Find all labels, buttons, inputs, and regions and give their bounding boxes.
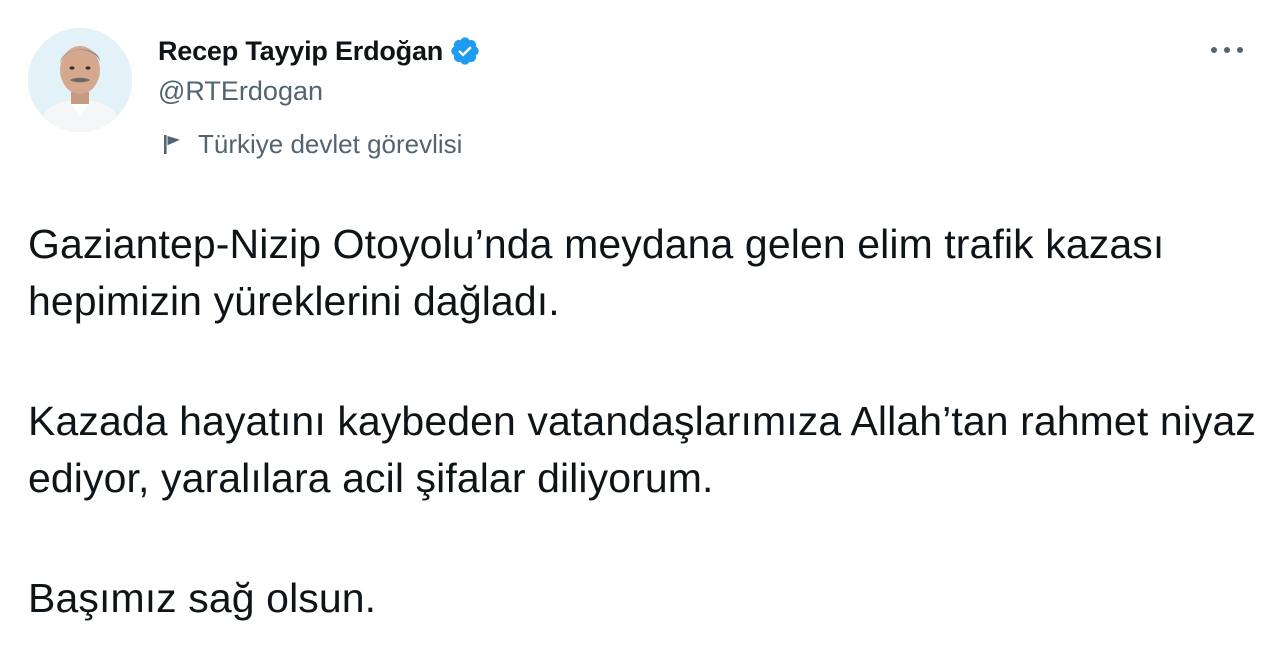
avatar[interactable] — [28, 28, 132, 132]
tweet-paragraph: Başımız sağ olsun. — [28, 575, 377, 621]
tweet-card: Recep Tayyip Erdoğan @RTErdogan Türkiye … — [0, 0, 1280, 651]
flag-icon — [160, 131, 186, 157]
account-label-text: Türkiye devlet görevlisi — [198, 128, 463, 159]
author-handle[interactable]: @RTErdogan — [158, 76, 323, 107]
verified-badge-icon — [449, 35, 481, 67]
tweet-paragraph: Kazada hayatını kaybeden vatandaşlarımız… — [28, 398, 1257, 501]
author-display-name[interactable]: Recep Tayyip Erdoğan — [158, 36, 443, 67]
more-options-icon — [1211, 47, 1243, 53]
account-label[interactable]: Türkiye devlet görevlisi — [160, 128, 462, 160]
tweet-text: Gaziantep-Nizip Otoyolu’nda meydana gele… — [28, 216, 1258, 627]
more-options-button[interactable] — [1200, 30, 1254, 70]
tweet-paragraph: Gaziantep-Nizip Otoyolu’nda meydana gele… — [28, 221, 1165, 324]
avatar-photo-icon — [28, 28, 132, 132]
author-name-row: Recep Tayyip Erdoğan — [158, 34, 481, 68]
